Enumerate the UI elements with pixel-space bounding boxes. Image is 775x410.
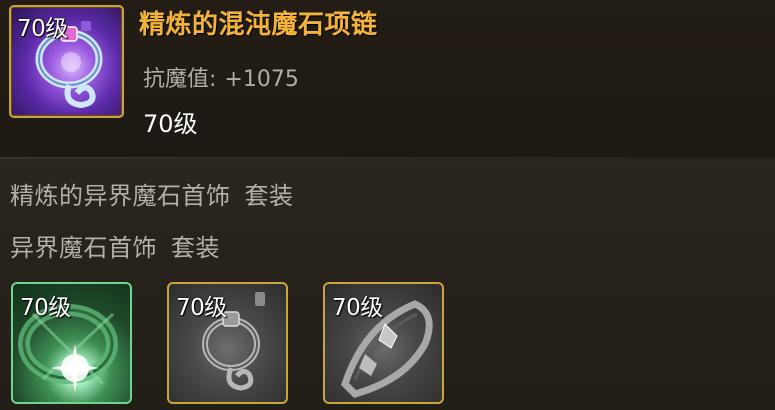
- set-name-refined: 精炼的异界魔石首饰 套装: [10, 176, 294, 211]
- set-name-label: 精炼的异界魔石首饰: [10, 182, 231, 210]
- set-slot-necklace[interactable]: 70级: [167, 282, 288, 404]
- stat-line: 抗魔值: +1075: [143, 61, 299, 93]
- level-requirement: 70级: [143, 110, 198, 138]
- necklace-icon[interactable]: 70级: [9, 5, 124, 118]
- set-suffix: 套装: [171, 234, 220, 262]
- item-name: 精炼的混沌魔石项链: [139, 10, 378, 40]
- set-slot-ring[interactable]: 70级: [323, 282, 444, 404]
- set-slot-bracelet[interactable]: 70级: [11, 282, 132, 404]
- stat-value: +1075: [224, 67, 299, 92]
- set-name-label: 异界魔石首饰: [10, 234, 157, 262]
- item-level-badge: 70级: [17, 16, 68, 42]
- set-suffix: 套装: [244, 182, 294, 210]
- stat-label: 抗魔值:: [143, 67, 217, 92]
- slot-level-badge: 70级: [332, 295, 383, 321]
- slot-level-badge: 70级: [176, 295, 227, 321]
- set-name-base: 异界魔石首饰 套装: [10, 228, 220, 263]
- item-tooltip: 70级 精炼的混沌魔石项链 抗魔值: +1075 70级 精炼的异界魔石首饰 套装 …: [0, 0, 775, 410]
- slot-level-badge: 70级: [20, 295, 71, 321]
